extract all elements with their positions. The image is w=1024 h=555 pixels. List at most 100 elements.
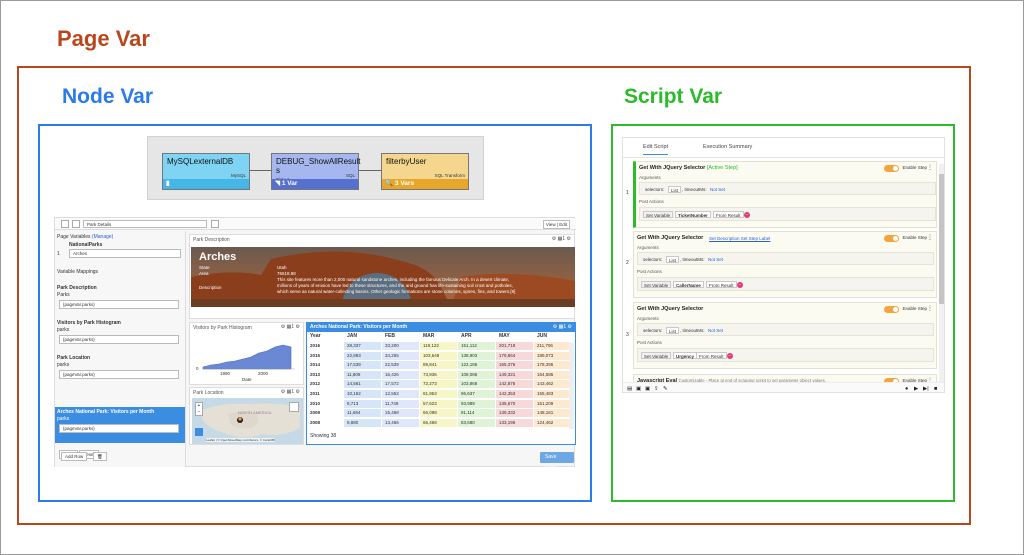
more-icon[interactable]: ⋮	[927, 234, 933, 241]
post-actions-box[interactable]: Set Variable TicketNumber From Result −	[639, 207, 936, 221]
enable-step-toggle[interactable]	[884, 235, 899, 242]
col-header[interactable]: JAN	[347, 333, 357, 339]
trash-icon[interactable]: 🗑	[93, 452, 107, 461]
enable-step-toggle[interactable]	[884, 165, 899, 172]
card-settings-icon[interactable]: ⚙ ▦1 ⚙	[281, 389, 300, 395]
remove-icon[interactable]: −	[737, 282, 743, 288]
record-icon[interactable]: ●	[905, 386, 908, 392]
col-header[interactable]: Year	[310, 333, 321, 339]
step-links[interactable]: Set Description Set Step Label	[709, 236, 770, 241]
table-cell: 133,196	[496, 418, 533, 427]
script-scrollbar[interactable]	[939, 164, 944, 386]
enable-step-toggle[interactable]	[884, 306, 899, 313]
search-icon: 🔍	[385, 180, 394, 187]
edit-icon[interactable]: ✎	[663, 386, 668, 392]
mapping-input[interactable]: {pageVar.parks}	[59, 424, 179, 433]
save-page-button[interactable]: Save Page	[540, 452, 574, 471]
add-row-button[interactable]: Add Row	[61, 452, 88, 461]
table-row[interactable]: 2016 28,337 33,200 119,122 151,112 201,718 211…	[307, 342, 571, 350]
refresh-icon[interactable]	[211, 220, 219, 228]
col-header[interactable]: FEB	[385, 333, 395, 339]
table-cell: 22,539	[382, 361, 419, 370]
node-type: SQL Transform	[434, 173, 465, 178]
arguments-box[interactable]: selectors: List , timeoutMs: Not Set	[639, 182, 936, 195]
col-header[interactable]: MAY	[499, 333, 510, 339]
table-cell: 91,114	[458, 409, 495, 418]
view-edit-toggle[interactable]: View | Edit	[542, 220, 570, 229]
col-header[interactable]: MAR	[423, 333, 434, 339]
flow-node-filter[interactable]: filterbyUser SQL Transform 🔍 3 Vars	[381, 153, 469, 190]
upload-icon[interactable]: ⇪	[654, 386, 659, 392]
mapping-input[interactable]: {pageVar.parks}	[59, 335, 179, 344]
park-map[interactable]: NORTH AMERICA + − Leaflet | © OpenStreetM…	[192, 398, 303, 444]
table-cell: 124,462	[534, 418, 571, 427]
remove-icon[interactable]: −	[744, 212, 750, 218]
table-row[interactable]: 2011 10,162 12,552 61,953 96,637 142,353 155,4…	[307, 390, 571, 398]
table-header: Year JAN FEB MAR APR MAY JUN	[307, 333, 575, 341]
arguments-box[interactable]: selectors: List , timeoutMs: Not Set	[637, 252, 934, 265]
table-cell: 155,483	[534, 390, 571, 398]
table-row[interactable]: 2015 22,893 34,255 103,649 138,903 179,864 189…	[307, 351, 571, 360]
tab-execution-summary[interactable]: Execution Summary	[703, 144, 752, 150]
table-cell: 151,112	[458, 342, 495, 350]
table-cell: 2008	[310, 419, 321, 425]
histogram-card: Visitors by Park Histogram ⚙ ▦1 ⚙ 0 1990…	[189, 322, 304, 385]
card-settings-icon[interactable]: ⚙ ▦1 ⚙	[552, 236, 571, 242]
table-row[interactable]: 2008 9,880 13,456 66,468 83,680 133,196 124,46…	[307, 418, 571, 427]
table-row[interactable]: 2012 14,561 17,572 72,273 103,868 142,876 143,…	[307, 380, 571, 389]
var-value-select[interactable]: Arches	[69, 249, 181, 258]
post-actions-box[interactable]: Set Variable CallerName From Result −	[637, 277, 934, 291]
flow-node-mysql[interactable]: MySQLexternalDB MySQL ▮	[162, 153, 250, 190]
more-icon[interactable]: ⋮	[927, 164, 933, 171]
more-icon[interactable]: ⋮	[927, 305, 933, 312]
table-scrollbar[interactable]	[569, 343, 574, 429]
post-actions-box[interactable]: Set Variable Urgency From Result −	[637, 348, 934, 362]
flow-node-debug[interactable]: DEBUG_ShowAllResult s Pick: 1 SQL ◥ 1 Va…	[271, 153, 360, 190]
save-as-icon[interactable]: ▣	[645, 386, 650, 392]
scrollbar-thumb[interactable]	[939, 174, 944, 304]
locate-icon[interactable]	[195, 428, 203, 436]
script-step[interactable]: Get With JQuery Selector [Active Step] E…	[633, 161, 937, 228]
table-cell: 13,456	[382, 418, 419, 427]
node-type: MySQL	[230, 173, 246, 178]
table-cell: 164,585	[534, 370, 571, 379]
card-settings-icon[interactable]: ⚙ ▦1 ⚙	[281, 324, 300, 330]
card-settings-icon[interactable]: ⚙ ▦1 ⚙	[553, 324, 572, 330]
description-label: Description	[199, 285, 222, 290]
table-cell: 14,561	[344, 380, 381, 389]
table-cell: 15,468	[382, 409, 419, 418]
zoom-controls[interactable]: + −	[195, 402, 203, 416]
flow-connector	[359, 170, 381, 171]
arguments-box[interactable]: selectors: List , timeoutMs: Not Set	[637, 323, 934, 336]
save-icon[interactable]: ▣	[636, 386, 641, 392]
script-step[interactable]: Get With JQuery Selector Enable Step ⋮ A…	[633, 302, 937, 369]
script-step[interactable]: Get With JQuery Selector Set Description…	[633, 231, 937, 298]
layers-icon[interactable]	[289, 402, 299, 412]
table-cell: 179,864	[496, 351, 533, 360]
stop-icon[interactable]: ■	[934, 386, 937, 392]
table-cell: 66,468	[420, 418, 457, 427]
table-row[interactable]: 2013 11,809 16,426 73,936 108,086 149,321 164,…	[307, 370, 571, 379]
play-icon[interactable]: ▶	[914, 386, 918, 392]
remove-icon[interactable]: −	[727, 353, 733, 359]
step-forward-icon[interactable]: ▶|	[923, 386, 929, 392]
table-row[interactable]: 2009 11,684 15,468 66,098 91,114 139,332 148,1…	[307, 409, 571, 418]
calendar-icon[interactable]	[61, 220, 69, 228]
table-cell: 142,353	[496, 390, 533, 398]
table-cell: 17,539	[344, 361, 381, 370]
grid-icon[interactable]	[72, 220, 80, 228]
app-toolbar: Park Details View | Edit	[55, 218, 576, 230]
mapping-sub: Parks	[57, 292, 70, 298]
page-select[interactable]: Park Details	[83, 220, 207, 228]
col-header[interactable]: APR	[461, 333, 472, 339]
file-icon[interactable]: ▤	[627, 386, 632, 392]
col-header[interactable]: JUN	[537, 333, 547, 339]
table-row[interactable]: 2010 8,713 11,749 57,623 93,989 135,670 151,20…	[307, 399, 571, 408]
node-footer[interactable]: ◥ 1 Var	[272, 179, 358, 189]
node-footer[interactable]: 🔍 3 Vars	[382, 179, 468, 189]
manage-link[interactable]: (Manage)	[92, 234, 113, 240]
mapping-input[interactable]: {pageVar.parks}	[59, 370, 179, 379]
mapping-input[interactable]: {pageVar.parks}	[59, 300, 179, 309]
tab-edit-script[interactable]: Edit Script	[643, 144, 669, 155]
table-row[interactable]: 2014 17,539 22,539 89,841 122,186 165,376 178,…	[307, 361, 571, 370]
